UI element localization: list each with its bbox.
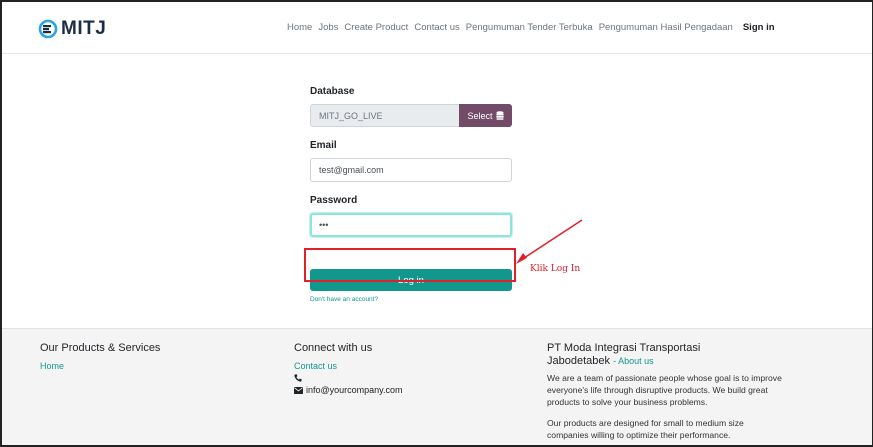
nav-sign-in[interactable]: Sign in bbox=[743, 22, 775, 33]
footer: Our Products & Services Home Connect wit… bbox=[2, 328, 872, 445]
annotation-arrow-icon bbox=[516, 219, 583, 264]
nav-pengumuman-tender[interactable]: Pengumuman Tender Terbuka bbox=[466, 22, 593, 33]
logo-icon bbox=[38, 19, 58, 39]
email-field[interactable]: test@gmail.com bbox=[310, 158, 512, 182]
nav-contact-us[interactable]: Contact us bbox=[414, 22, 459, 33]
logo-text: MITJ bbox=[61, 18, 107, 39]
footer-about-para-1: We are a team of passionate people whose… bbox=[547, 373, 782, 407]
brand-logo[interactable]: MITJ bbox=[38, 18, 106, 40]
nav-home[interactable]: Home bbox=[287, 22, 312, 33]
database-group: MITJ_GO_LIVE Select bbox=[310, 104, 512, 127]
signup-link[interactable]: Don't have an account? bbox=[310, 296, 512, 303]
company-name-line1: PT Moda Integrasi Transportasi bbox=[547, 342, 701, 354]
main-nav: Home Jobs Create Product Contact us Peng… bbox=[287, 22, 775, 33]
top-navbar: MITJ Home Jobs Create Product Contact us… bbox=[2, 2, 872, 54]
password-label: Password bbox=[310, 195, 358, 206]
footer-connect-title: Connect with us bbox=[294, 342, 373, 354]
footer-about-para-2: Our products are designed for small to m… bbox=[547, 418, 744, 440]
select-database-button[interactable]: Select bbox=[459, 104, 512, 127]
footer-phone-row bbox=[294, 374, 403, 382]
nav-jobs[interactable]: Jobs bbox=[318, 22, 338, 33]
footer-email-text[interactable]: info@yourcompany.com bbox=[306, 385, 403, 395]
nav-create-product[interactable]: Create Product bbox=[344, 22, 408, 33]
email-label: Email bbox=[310, 140, 337, 151]
nav-pengumuman-hasil[interactable]: Pengumuman Hasil Pengadaan bbox=[599, 22, 733, 33]
select-button-label: Select bbox=[467, 110, 493, 121]
footer-home-link[interactable]: Home bbox=[40, 361, 160, 371]
browser-viewport: MITJ Home Jobs Create Product Contact us… bbox=[0, 0, 873, 447]
annotation-text: Klik Log In bbox=[530, 264, 581, 274]
password-field[interactable]: ••• bbox=[310, 213, 512, 237]
database-label: Database bbox=[310, 86, 355, 97]
footer-products-title: Our Products & Services bbox=[40, 342, 161, 354]
footer-contact-link[interactable]: Contact us bbox=[294, 361, 403, 371]
footer-col-about: PT Moda Integrasi Transportasi Jabodetab… bbox=[547, 342, 782, 441]
footer-col-products: Our Products & Services Home bbox=[40, 342, 160, 371]
highlight-box bbox=[304, 248, 516, 282]
envelope-icon bbox=[294, 386, 303, 394]
database-icon bbox=[495, 111, 504, 120]
footer-col-connect: Connect with us Contact us info@yourcomp… bbox=[294, 342, 403, 395]
footer-about-link[interactable]: About us bbox=[618, 356, 654, 366]
database-field: MITJ_GO_LIVE bbox=[310, 104, 459, 127]
phone-icon bbox=[294, 374, 302, 382]
footer-email-row: info@yourcompany.com bbox=[294, 385, 403, 395]
footer-company-title: PT Moda Integrasi Transportasi Jabodetab… bbox=[547, 342, 701, 367]
company-name-line2: Jabodetabek bbox=[547, 355, 610, 367]
